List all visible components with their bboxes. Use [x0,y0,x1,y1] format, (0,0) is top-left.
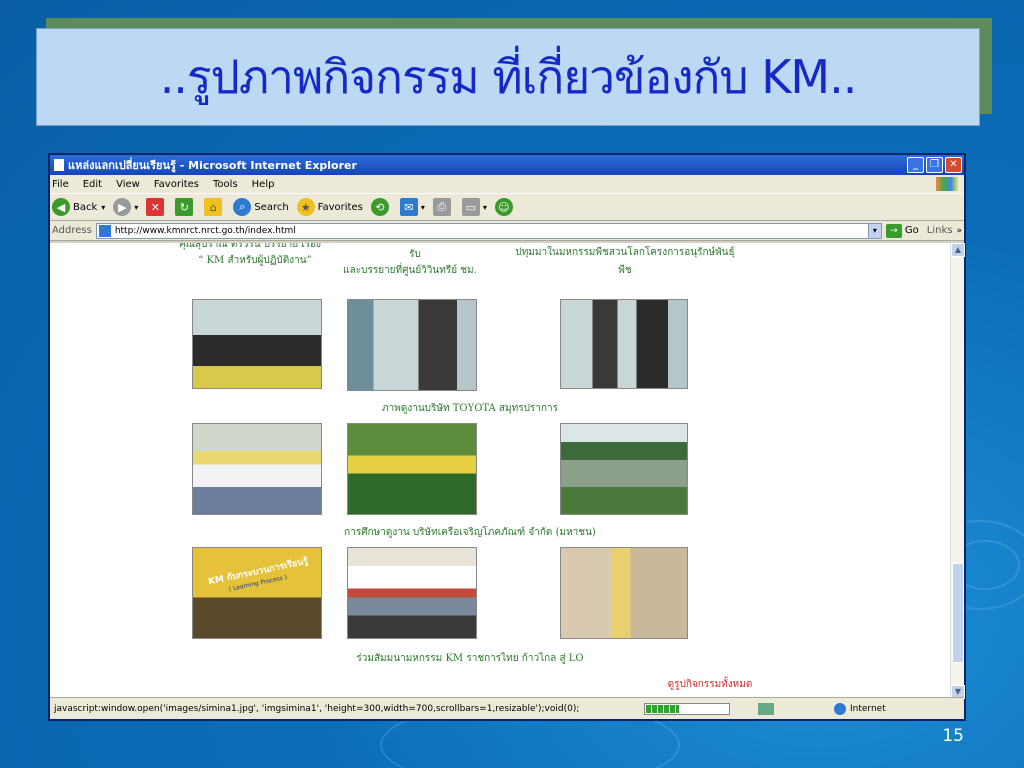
menu-favorites[interactable]: Favorites [154,179,199,190]
menu-edit[interactable]: Edit [83,179,102,190]
caption: คุณสุปราณี ตรีวิริน บรรยาย เรื่อง [178,243,321,250]
stop-button[interactable]: ✕ [146,198,167,216]
search-icon: ⌕ [233,198,252,216]
photo-toyota-2[interactable] [560,299,688,389]
menu-tools[interactable]: Tools [213,179,238,190]
mail-icon: ✉ [399,198,418,216]
search-button[interactable]: ⌕ Search [233,198,289,216]
home-button[interactable]: ⌂ [204,198,225,216]
photo-km-banner[interactable]: KM กับกระบวนการเรียนรู้ ( Learning Proce… [192,547,322,639]
title-box: ..รูปภาพกิจกรรม ที่เกี่ยวข้องกับ KM.. [36,28,980,126]
caption: “ KM สำหรับผู้ปฏิบัติงาน” [198,255,312,266]
messenger-icon: ☺ [494,198,513,216]
close-button[interactable]: ✕ [945,157,962,173]
address-input[interactable]: http://www.kmnrct.nrct.go.th/index.html [95,222,869,239]
caption: และบรรยายที่ศูนย์วิวินทรีย์ ชม. [343,265,477,276]
edit-button[interactable]: ▭ ▾ [461,198,487,216]
page-icon [98,224,111,237]
menu-view[interactable]: View [116,179,140,190]
photo-greenhouse[interactable] [560,423,688,515]
messenger-button[interactable]: ☺ [494,198,516,216]
window-title: แหล่งแลกเปลี่ยนเรียนรู้ - Microsoft Inte… [68,159,357,172]
status-text: javascript:window.open('images/simina1.j… [54,703,580,714]
progress-bar [644,702,730,715]
address-bar: Address http://www.kmnrct.nrct.go.th/ind… [50,221,964,241]
view-all-link[interactable]: ดูรูปกิจกรรมทั้งหมด [630,677,790,693]
back-button[interactable]: ◀ Back ▾ [52,198,105,216]
page-content: คุณสุปราณี ตรีวิริน บรรยาย เรื่อง “ KM ส… [50,243,950,699]
forward-arrow-icon: ▶ [113,198,132,216]
go-arrow-icon: → [885,223,902,238]
caption: การศึกษาดูงาน บริษัทเครือเจริญโภคภัณฑ์ จ… [344,527,596,538]
caption: ปทุมมาในมหกรรมพืชสวนโลกโครงการอนุรักษ์พั… [515,247,735,258]
photo-seminar[interactable] [347,547,477,639]
back-arrow-icon: ◀ [52,198,70,216]
back-label: Back [73,201,98,213]
menu-file[interactable]: File [52,179,69,190]
caption: ภาพดูงานบริษัท TOYOTA สมุทรปราการ [382,403,558,414]
caption: รับ [409,249,421,260]
minimize-button[interactable]: _ [907,157,924,173]
menu-bar: File Edit View Favorites Tools Help [50,175,964,193]
history-icon: ⟲ [370,198,389,216]
home-icon: ⌂ [204,198,223,216]
slide-number: 15 [942,726,964,746]
address-label: Address [52,225,92,236]
stop-icon: ✕ [146,198,165,216]
photo-meeting[interactable] [192,423,322,515]
photo-garden-visit[interactable] [347,423,477,515]
star-icon: ★ [296,198,315,216]
zone-label: Internet [850,703,886,714]
ie-window: แหล่งแลกเปลี่ยนเรียนรู้ - Microsoft Inte… [48,153,966,721]
scroll-up-icon[interactable]: ▲ [951,243,965,257]
internet-zone: Internet [834,702,964,715]
chevron-right-icon[interactable]: » [956,226,962,236]
window-titlebar[interactable]: แหล่งแลกเปลี่ยนเรียนรู้ - Microsoft Inte… [50,155,964,175]
vertical-scrollbar[interactable]: ▲ ▼ [950,243,965,699]
mail-button[interactable]: ✉ ▾ [399,198,425,216]
go-label: Go [904,225,919,236]
page-icon [54,159,64,171]
print-button[interactable]: ⎙ [432,198,454,216]
address-dropdown-icon[interactable]: ▾ [867,222,882,239]
history-button[interactable]: ⟲ [370,198,392,216]
go-button[interactable]: → Go [885,223,919,238]
favorites-label: Favorites [317,201,363,213]
photo-group[interactable] [192,299,322,389]
links-button[interactable]: Links [927,225,953,236]
print-icon: ⎙ [432,198,451,216]
status-bar: javascript:window.open('images/simina1.j… [50,697,964,719]
refresh-button[interactable]: ↻ [175,198,196,216]
scroll-thumb[interactable] [952,563,964,663]
photo-exhibition[interactable] [560,547,688,639]
maximize-button[interactable]: ❐ [926,157,943,173]
address-url: http://www.kmnrct.nrct.go.th/index.html [114,225,296,236]
slide-title: ..รูปภาพกิจกรรม ที่เกี่ยวข้องกับ KM.. [159,49,858,104]
windows-logo-icon [936,177,958,191]
security-zone-icon [758,702,774,715]
caption: พืช [618,265,632,276]
caption: ร่วมสัมมนามหกรรม KM ราชการไทย ก้าวไกล สู… [356,653,584,664]
search-label: Search [254,201,289,213]
refresh-icon: ↻ [175,198,194,216]
edit-icon: ▭ [461,198,480,216]
toolbar: ◀ Back ▾ ▶ ▾ ✕ ↻ ⌂ ⌕ Search ★ Favorites … [50,193,964,221]
favorites-button[interactable]: ★ Favorites [296,198,363,216]
menu-help[interactable]: Help [252,179,275,190]
photo-toyota-1[interactable] [347,299,477,391]
forward-button[interactable]: ▶ ▾ [113,198,138,216]
globe-icon [834,702,846,715]
